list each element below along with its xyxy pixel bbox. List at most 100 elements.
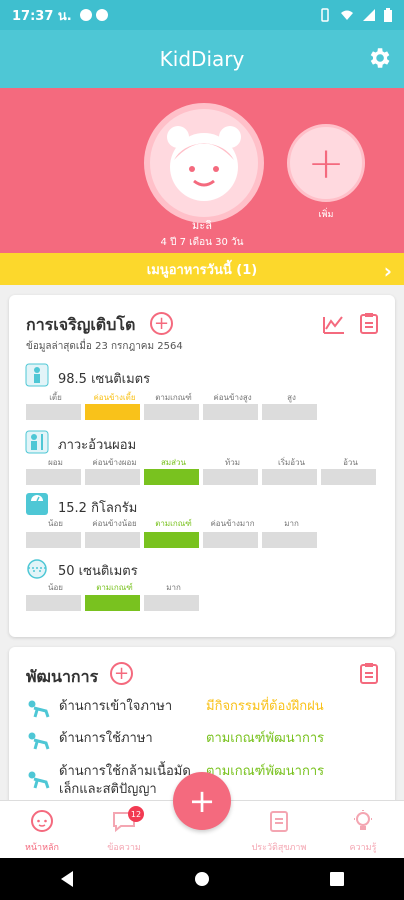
add-growth-button[interactable]: + bbox=[150, 312, 173, 335]
app-bar: KidDiary bbox=[0, 30, 404, 88]
scale-bar-segment bbox=[203, 404, 258, 420]
system-icons bbox=[318, 8, 392, 22]
app-title: KidDiary bbox=[159, 47, 245, 71]
wifi-icon bbox=[341, 10, 353, 20]
height-scale-bars bbox=[26, 404, 317, 420]
weight-scale-bars bbox=[26, 532, 317, 548]
baby-face-icon bbox=[31, 810, 53, 832]
height-value: 98.5 เซนติเมตร bbox=[58, 372, 151, 387]
chevron-right-icon: › bbox=[383, 259, 392, 283]
signal-icon bbox=[363, 9, 375, 21]
scale-label: น้อย bbox=[48, 519, 63, 528]
head-scale-bars bbox=[26, 595, 199, 611]
back-icon[interactable] bbox=[59, 870, 75, 888]
plus-icon: + bbox=[153, 312, 170, 334]
line-chart-icon[interactable] bbox=[323, 313, 345, 335]
scale-bar-segment bbox=[262, 532, 317, 548]
development-item-name: ด้านการใช้ภาษา bbox=[59, 731, 153, 746]
development-item-status: ตามเกณฑ์พัฒนาการ bbox=[206, 731, 325, 746]
notification-icons bbox=[79, 9, 108, 21]
development-item[interactable]: ด้านการใช้ภาษา ตามเกณฑ์พัฒนาการ bbox=[26, 727, 386, 757]
scale-label: ค่อนข้างน้อย bbox=[92, 519, 137, 528]
body-proportion-icon bbox=[25, 430, 49, 454]
scale-label: มาก bbox=[284, 519, 299, 528]
scale-label: ท้วม bbox=[224, 458, 241, 467]
messages-badge: 12 bbox=[128, 806, 144, 822]
scale-bar-segment bbox=[85, 595, 140, 611]
scale-label: ผอม bbox=[48, 458, 63, 467]
plus-icon: + bbox=[113, 662, 130, 684]
clipboard-icon[interactable] bbox=[358, 662, 380, 684]
development-item[interactable]: ด้านการเข้าใจภาษา มีกิจกรรมที่ต้องฝึกฝน bbox=[26, 695, 386, 725]
plus-icon: + bbox=[307, 137, 345, 189]
development-item-name: ด้านการเข้าใจภาษา bbox=[59, 699, 173, 714]
plus-icon: + bbox=[188, 782, 216, 820]
nav-home[interactable]: หน้าหลัก bbox=[7, 809, 77, 854]
girl-face-icon bbox=[167, 126, 241, 201]
scale-bar-segment bbox=[85, 404, 140, 420]
child-avatar[interactable] bbox=[144, 103, 264, 223]
scale-label: ค่อนข้างมาก bbox=[210, 519, 255, 528]
crawling-baby-icon bbox=[28, 700, 50, 718]
status-bar: 17:37 น. bbox=[0, 0, 404, 30]
growth-updated-date: ข้อมูลล่าสุดเมื่อ 23 กรกฎาคม 2564 bbox=[26, 341, 183, 352]
today-food-menu-bar[interactable]: เมนูอาหารวันนี้ (1) › bbox=[0, 253, 404, 285]
scale-bar-segment bbox=[144, 532, 199, 548]
clipboard-icon[interactable] bbox=[358, 312, 380, 334]
scale-bar-segment bbox=[26, 532, 81, 548]
baby-head-icon bbox=[27, 559, 47, 579]
scale-bar-segment bbox=[26, 404, 81, 420]
nav-knowledge-label: ความรู้ bbox=[349, 843, 377, 853]
scale-bar-segment bbox=[144, 469, 199, 485]
scale-bar-segment bbox=[144, 404, 199, 420]
scale-bar-segment bbox=[26, 469, 81, 485]
status-time: 17:37 น. bbox=[12, 8, 72, 24]
scale-label: เตี้ย bbox=[49, 393, 62, 402]
add-child-button[interactable]: + bbox=[287, 124, 365, 202]
home-icon[interactable] bbox=[193, 870, 211, 888]
scale-bar-segment bbox=[85, 532, 140, 548]
nav-health-records-label: ประวัติสุขภาพ bbox=[251, 843, 307, 853]
scale-label: ตามเกณฑ์ bbox=[155, 519, 192, 528]
system-navigation-bar bbox=[0, 858, 404, 900]
scale-label: สูง bbox=[287, 393, 296, 402]
scale-bar-segment bbox=[203, 532, 258, 548]
scale-bar-segment bbox=[321, 469, 376, 485]
add-fab-button[interactable]: + bbox=[173, 772, 231, 830]
body-proportion-value: ภาวะอ้วนผอม bbox=[58, 438, 137, 453]
scale-label: มาก bbox=[166, 583, 181, 592]
development-item-name: ด้านการใช้กล้ามเนื้อมัด bbox=[59, 764, 191, 779]
weight-scale-icon bbox=[26, 493, 48, 515]
child-name: มะลิ bbox=[192, 219, 212, 232]
lightbulb-icon bbox=[354, 810, 372, 830]
scale-label: น้อย bbox=[48, 583, 63, 592]
scale-bar-segment bbox=[262, 404, 317, 420]
development-title: พัฒนาการ bbox=[26, 667, 99, 686]
scale-label: ตามเกณฑ์ bbox=[155, 393, 192, 402]
nav-health-records[interactable]: ประวัติสุขภาพ bbox=[244, 809, 314, 854]
scale-label: ตามเกณฑ์ bbox=[96, 583, 133, 592]
height-scale-labels: เตี้ย ค่อนข้างเตี้ย ตามเกณฑ์ ค่อนข้างสูง สูง bbox=[26, 391, 321, 404]
add-development-button[interactable]: + bbox=[110, 662, 133, 685]
growth-card: การเจริญเติบโต + ข้อมูลล่าสุดเมื่อ 23 กร… bbox=[9, 295, 395, 637]
recents-icon[interactable] bbox=[329, 871, 345, 887]
weight-scale-labels: น้อย ค่อนข้างน้อย ตามเกณฑ์ ค่อนข้างมาก มาก bbox=[26, 517, 321, 530]
battery-icon bbox=[384, 8, 392, 22]
vibrate-icon bbox=[321, 8, 329, 22]
body-proportion-scale-bars bbox=[26, 469, 376, 485]
scale-label: ค่อนข้างผอม bbox=[92, 458, 137, 467]
child-age: 4 ปี 7 เดือน 30 วัน bbox=[160, 237, 244, 248]
growth-title: การเจริญเติบโต bbox=[26, 315, 136, 334]
food-menu-label: เมนูอาหารวันนี้ (1) bbox=[146, 262, 258, 278]
scale-bar-segment bbox=[144, 595, 199, 611]
scale-bar-segment bbox=[85, 469, 140, 485]
child-profile-header: + เพิ่ม มะลิ 4 ปี 7 เดือน 30 วัน bbox=[0, 88, 404, 253]
nav-messages[interactable]: ข้อความ bbox=[89, 809, 159, 854]
gear-icon[interactable] bbox=[366, 45, 392, 71]
scale-label: อ้วน bbox=[343, 458, 358, 467]
nav-knowledge[interactable]: ความรู้ bbox=[328, 809, 398, 854]
crawling-baby-icon bbox=[28, 732, 50, 750]
nav-messages-label: ข้อความ bbox=[107, 843, 141, 853]
development-item-name-line2: เล็กและสติปัญญา bbox=[59, 782, 157, 797]
development-item-status: มีกิจกรรมที่ต้องฝึกฝน bbox=[206, 699, 324, 714]
